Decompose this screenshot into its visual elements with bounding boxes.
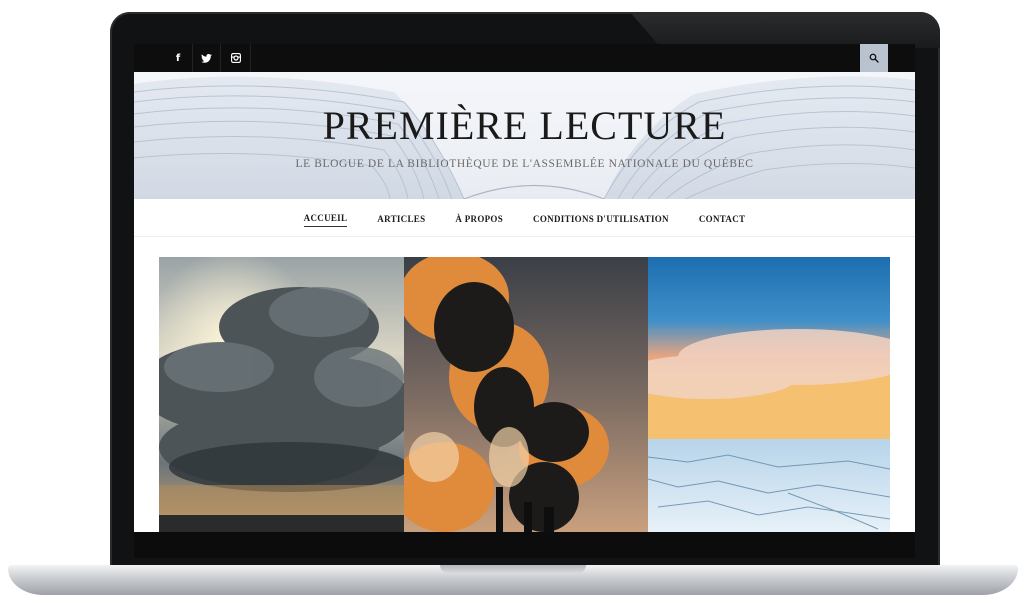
nav-item-contact[interactable]: CONTACT xyxy=(699,214,745,227)
laptop-base-notch xyxy=(440,565,586,573)
storm-clouds-image[interactable] xyxy=(159,257,404,532)
arctic-ice-image[interactable] xyxy=(648,257,890,532)
main-navigation: ACCUEIL ARTICLES À PROPOS CONDITIONS D'U… xyxy=(134,204,915,237)
nav-item-conditions[interactable]: CONDITIONS D'UTILISATION xyxy=(533,214,669,227)
site-title[interactable]: PREMIÈRE LECTURE xyxy=(134,102,915,149)
twitter-icon[interactable] xyxy=(192,44,221,72)
search-button[interactable] xyxy=(860,44,888,72)
lid-glare xyxy=(630,12,940,48)
facebook-icon[interactable]: f xyxy=(164,44,193,72)
nav-item-a-propos[interactable]: À PROPOS xyxy=(455,214,503,227)
site-tagline: LE BLOGUE DE LA BIBLIOTHÈQUE DE L'ASSEMB… xyxy=(295,158,754,170)
screen-bezel-bottom xyxy=(134,532,915,558)
smokestacks-image[interactable] xyxy=(404,257,648,532)
top-bar: f xyxy=(134,44,915,72)
instagram-icon[interactable] xyxy=(222,44,251,72)
search-icon xyxy=(869,53,879,63)
nav-item-accueil[interactable]: ACCUEIL xyxy=(303,213,348,227)
laptop-screen: f PREMIÈRE LECTURE LE BLOGUE DE LA BIBLI… xyxy=(134,44,915,532)
hero-gallery xyxy=(159,257,890,532)
header-banner: PREMIÈRE LECTURE LE BLOGUE DE LA BIBLIOT… xyxy=(134,72,915,199)
nav-item-articles[interactable]: ARTICLES xyxy=(377,214,425,227)
